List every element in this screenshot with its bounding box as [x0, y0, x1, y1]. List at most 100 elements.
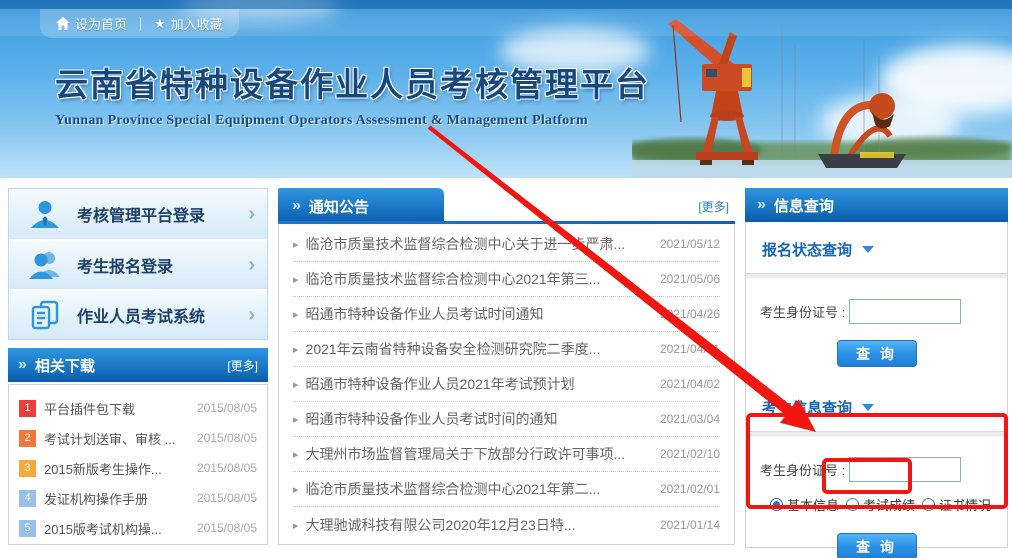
query-section-header: 信息查询 [745, 188, 1008, 222]
notice-date: 2021/05/12 [660, 237, 720, 251]
status-query-button[interactable]: 查 询 [837, 340, 917, 367]
site-subtitle: Yunnan Province Special Equipment Operat… [55, 113, 650, 129]
id-number-label: 考生身份证号 : [760, 460, 845, 479]
notices-section-header: 通知公告 [更多] [278, 188, 735, 224]
notice-title: 昭通市特种设备作业人员考试时间的通知 [306, 409, 650, 429]
status-query-form-row: 考生身份证号 : [746, 279, 1007, 324]
notice-date: 2021/01/14 [660, 518, 720, 532]
radio-option-label: 证书情况 [939, 495, 991, 514]
chevron-down-icon [862, 246, 874, 253]
chevron-right-icon [248, 254, 255, 277]
downloads-more-link[interactable]: [更多] [227, 357, 258, 374]
triangle-bullet-icon [293, 235, 306, 253]
notice-title: 临沧市质量技术监督综合检测中心2021年第二... [306, 479, 650, 499]
download-title: 考试计划送审、审核 ... [44, 429, 197, 448]
site-title: 云南省特种设备作业人员考核管理平台 [55, 58, 650, 106]
users-icon [29, 249, 61, 281]
radio-option-label: 考试成绩 [863, 495, 915, 514]
notice-title: 临沧市质量技术监督综合检测中心2021年第三... [306, 269, 650, 289]
info-query-button[interactable]: 查 询 [837, 533, 917, 558]
set-homepage-label: 设为首页 [75, 14, 127, 33]
download-date: 2015/08/05 [197, 491, 257, 505]
login-button-label: 考核管理平台登录 [77, 202, 248, 226]
notices-more-link[interactable]: [更多] [698, 198, 729, 215]
query-panel: 报名状态查询 考生身份证号 : 查 询 考生信息查询 考生身份证号 : 基本信息 [745, 222, 1008, 548]
download-title: 2015新版考生操作... [44, 459, 197, 478]
notices-tab[interactable]: 通知公告 [278, 188, 444, 224]
notice-list-item[interactable]: 临沧市质量技术监督综合检测中心2021年第二... 2021/02/01 [293, 472, 720, 507]
triangle-bullet-icon [293, 375, 306, 393]
notice-list-item[interactable]: 临沧市质量技术监督综合检测中心2021年第三... 2021/05/06 [293, 262, 720, 297]
chevron-right-icon [248, 203, 255, 226]
add-favorite-link[interactable]: 加入收藏 [154, 14, 223, 33]
info-type-radio-option[interactable]: 考试成绩 [846, 495, 915, 514]
radio-option-label: 基本信息 [787, 495, 839, 514]
notice-date: 2021/04/26 [660, 307, 720, 321]
rank-badge: 4 [19, 490, 36, 507]
download-list-item[interactable]: 2 考试计划送审、审核 ... 2015/08/05 [19, 423, 257, 453]
registration-status-query-toggle[interactable]: 报名状态查询 [746, 222, 1007, 273]
double-chevron-icon [757, 196, 766, 214]
notice-list-item[interactable]: 临沧市质量技术监督综合检测中心关于进一步严肃... 2021/05/12 [293, 227, 720, 262]
set-homepage-link[interactable]: 设为首页 [56, 14, 127, 33]
id-number-label: 考生身份证号 : [760, 302, 845, 321]
double-chevron-icon [18, 356, 27, 374]
login-button-assessment-platform[interactable]: 考核管理平台登录 [9, 189, 267, 239]
notice-title: 2021年云南省特种设备安全检测研究院二季度... [306, 339, 650, 359]
rank-badge: 1 [19, 400, 36, 417]
login-panel: 考核管理平台登录 考生报名登录 作业人员考试系统 [8, 188, 268, 340]
rank-badge: 3 [19, 460, 36, 477]
download-list-item[interactable]: 4 发证机构操作手册 2015/08/05 [19, 483, 257, 513]
info-type-radio-group: 基本信息 考试成绩 证书情况 [746, 482, 1007, 514]
downloads-section-header: 相关下载 [更多] [8, 348, 268, 382]
login-button-label: 考生报名登录 [77, 253, 248, 277]
download-list-item[interactable]: 1 平台插件包下载 2015/08/05 [19, 393, 257, 423]
header-banner: 设为首页 加入收藏 云南省特种设备作业人员考核管理平台 Yunnan Provi… [0, 0, 1012, 178]
status-id-number-input[interactable] [849, 299, 961, 324]
notice-list-item[interactable]: 大理驰诚科技有限公司2020年12月23日特... 2021/01/14 [293, 507, 720, 542]
notice-date: 2021/03/04 [660, 412, 720, 426]
info-type-radio-option[interactable]: 证书情况 [922, 495, 991, 514]
download-list-item[interactable]: 3 2015新版考生操作... 2015/08/05 [19, 453, 257, 483]
notice-date: 2021/04/21 [660, 342, 720, 356]
notice-list-item[interactable]: 昭通市特种设备作业人员2021年考试预计划 2021/04/02 [293, 367, 720, 402]
top-links-divider [140, 17, 141, 31]
radio-icon[interactable] [922, 498, 935, 511]
query-title: 信息查询 [774, 195, 834, 216]
notice-date: 2021/05/06 [660, 272, 720, 286]
notice-date: 2021/02/10 [660, 447, 720, 461]
triangle-bullet-icon [293, 340, 306, 358]
notice-list-item[interactable]: 昭通市特种设备作业人员考试时间的通知 2021/03/04 [293, 402, 720, 437]
notice-list-item[interactable]: 大理州市场监督管理局关于下放部分行政许可事项... 2021/02/10 [293, 437, 720, 472]
downloads-title: 相关下载 [35, 355, 95, 376]
top-links-tab: 设为首页 加入收藏 [40, 9, 239, 38]
download-title: 2015版考试机构操... [44, 519, 197, 538]
notice-list-item[interactable]: 昭通市特种设备作业人员考试时间通知 2021/04/26 [293, 297, 720, 332]
triangle-bullet-icon [293, 270, 306, 288]
triangle-bullet-icon [293, 410, 306, 428]
home-icon [56, 17, 70, 30]
info-type-radio-option[interactable]: 基本信息 [770, 495, 839, 514]
triangle-bullet-icon [293, 445, 306, 463]
notice-list-item[interactable]: 2021年云南省特种设备安全检测研究院二季度... 2021/04/21 [293, 332, 720, 367]
candidate-info-query-toggle[interactable]: 考生信息查询 [746, 367, 1007, 431]
add-favorite-label: 加入收藏 [171, 14, 223, 33]
notice-title: 昭通市特种设备作业人员考试时间通知 [306, 304, 650, 324]
notice-title: 大理州市场监督管理局关于下放部分行政许可事项... [306, 444, 650, 464]
double-chevron-icon [292, 197, 301, 215]
radio-icon[interactable] [846, 498, 859, 511]
triangle-bullet-icon [293, 305, 306, 323]
notice-date: 2021/04/02 [660, 377, 720, 391]
notices-list: 临沧市质量技术监督综合检测中心关于进一步严肃... 2021/05/12 临沧市… [278, 224, 735, 545]
site-title-block: 云南省特种设备作业人员考核管理平台 Yunnan Province Specia… [55, 58, 650, 129]
radio-icon[interactable] [770, 498, 783, 511]
candidate-info-query-label: 考生信息查询 [762, 397, 852, 418]
registration-status-query-label: 报名状态查询 [762, 239, 852, 260]
notice-date: 2021/02/01 [660, 482, 720, 496]
login-button-candidate-registration[interactable]: 考生报名登录 [9, 239, 267, 289]
login-button-exam-system[interactable]: 作业人员考试系统 [9, 289, 267, 339]
download-list-item[interactable]: 5 2015版考试机构操... 2015/08/05 [19, 513, 257, 543]
info-id-number-input[interactable] [849, 457, 961, 482]
exam-documents-icon [29, 299, 61, 331]
download-date: 2015/08/05 [197, 461, 257, 475]
